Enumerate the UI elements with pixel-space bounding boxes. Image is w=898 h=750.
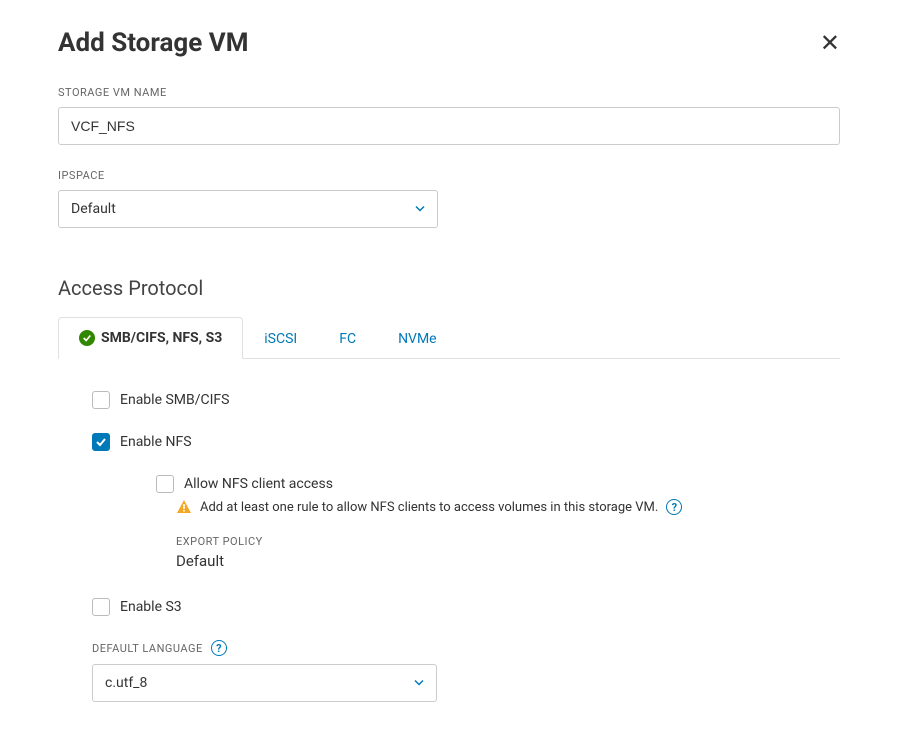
export-policy-label: EXPORT POLICY xyxy=(176,535,840,548)
allow-nfs-client-checkbox[interactable] xyxy=(156,475,174,493)
enable-s3-row: Enable S3 xyxy=(92,598,840,616)
warning-icon xyxy=(176,499,192,515)
ipspace-select[interactable]: Default xyxy=(58,190,438,228)
protocol-tabs: SMB/CIFS, NFS, S3 iSCSI FC NVMe xyxy=(58,316,840,359)
page-title: Add Storage VM xyxy=(58,28,248,58)
tab-iscsi[interactable]: iSCSI xyxy=(243,317,318,359)
help-icon[interactable]: ? xyxy=(666,499,682,515)
enable-s3-label: Enable S3 xyxy=(120,599,182,615)
enable-s3-checkbox[interactable] xyxy=(92,598,110,616)
storage-vm-name-group: STORAGE VM NAME xyxy=(58,86,840,145)
tab-smb-nfs-s3[interactable]: SMB/CIFS, NFS, S3 xyxy=(58,317,243,359)
help-icon[interactable]: ? xyxy=(211,640,227,656)
export-policy-value: Default xyxy=(176,552,840,570)
close-icon[interactable]: ✕ xyxy=(820,31,840,55)
default-language-label: DEFAULT LANGUAGE xyxy=(92,642,203,655)
storage-vm-name-input[interactable] xyxy=(58,107,840,145)
enable-smb-cifs-label: Enable SMB/CIFS xyxy=(120,392,229,408)
default-language-select[interactable]: c.utf_8 xyxy=(92,664,437,702)
dialog-header: Add Storage VM ✕ xyxy=(58,28,840,58)
nfs-warning-row: Add at least one rule to allow NFS clien… xyxy=(176,499,840,515)
tab-fc-label: FC xyxy=(339,331,356,347)
tab-smb-nfs-s3-label: SMB/CIFS, NFS, S3 xyxy=(101,330,222,346)
enable-nfs-checkbox[interactable] xyxy=(92,433,110,451)
tab-nvme-label: NVMe xyxy=(398,331,437,347)
default-language-group: DEFAULT LANGUAGE ? c.utf_8 xyxy=(92,640,840,702)
storage-vm-name-label: STORAGE VM NAME xyxy=(58,86,840,99)
tab-fc[interactable]: FC xyxy=(318,317,377,359)
allow-nfs-client-label: Allow NFS client access xyxy=(184,476,333,492)
enable-nfs-label: Enable NFS xyxy=(120,434,192,450)
ipspace-group: IPSPACE Default xyxy=(58,169,840,228)
enable-nfs-row: Enable NFS xyxy=(92,433,840,451)
tab-iscsi-label: iSCSI xyxy=(264,331,297,347)
access-protocol-title: Access Protocol xyxy=(58,276,840,300)
tab-nvme[interactable]: NVMe xyxy=(377,317,458,359)
enable-smb-cifs-row: Enable SMB/CIFS xyxy=(92,391,840,409)
nfs-warning-text: Add at least one rule to allow NFS clien… xyxy=(200,500,658,515)
allow-nfs-client-row: Allow NFS client access xyxy=(156,475,840,493)
enable-smb-cifs-checkbox[interactable] xyxy=(92,391,110,409)
ipspace-label: IPSPACE xyxy=(58,169,840,182)
check-icon xyxy=(79,330,95,346)
